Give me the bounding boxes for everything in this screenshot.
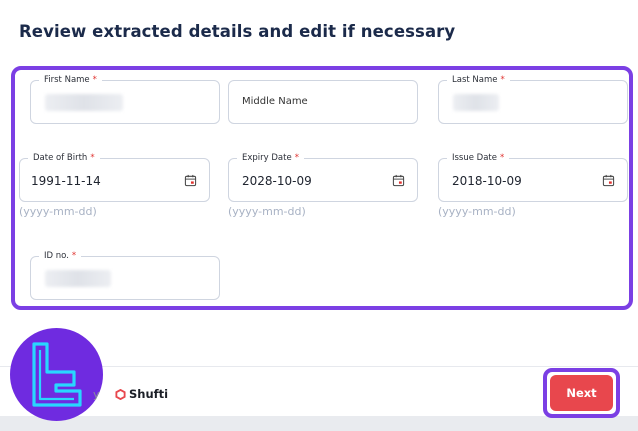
- middle-name-placeholder: Middle Name: [242, 96, 308, 107]
- first-name-label: First Name *: [39, 74, 102, 86]
- next-button[interactable]: Next: [550, 375, 613, 411]
- next-button-highlight: Next: [543, 368, 620, 418]
- redacted-last-name: [453, 94, 499, 111]
- shufti-brand-text: Shufti: [129, 387, 169, 401]
- id-number-label: ID no. *: [39, 250, 82, 262]
- issue-date-field[interactable]: Issue Date * 2018-10-09: [438, 152, 628, 202]
- shufti-logo-icon: [115, 388, 126, 400]
- expiry-date-hint: (yyyy-mm-dd): [228, 205, 306, 218]
- expiry-date-field[interactable]: Expiry Date * 2028-10-09: [228, 152, 418, 202]
- extracted-details-form: First Name * Middle Name Last Name * Date …: [11, 66, 633, 310]
- first-name-field[interactable]: First Name *: [30, 74, 220, 124]
- expiry-date-value: 2028-10-09: [242, 174, 312, 188]
- expiry-date-label: Expiry Date *: [237, 152, 304, 164]
- watermark-logo: [10, 328, 103, 421]
- redacted-first-name: [45, 94, 123, 111]
- powered-by-text: y: [93, 388, 100, 401]
- calendar-icon[interactable]: [184, 174, 197, 187]
- calendar-icon[interactable]: [602, 174, 615, 187]
- shufti-brand: Shufti: [115, 387, 168, 401]
- date-of-birth-value: 1991-11-14: [31, 174, 101, 188]
- issue-date-label: Issue Date *: [447, 152, 510, 164]
- logo-mark-icon: [32, 342, 82, 407]
- issue-date-hint: (yyyy-mm-dd): [438, 205, 516, 218]
- id-number-field[interactable]: ID no. *: [30, 250, 220, 300]
- date-of-birth-label: Date of Birth *: [28, 152, 100, 164]
- redacted-id-number: [45, 270, 111, 287]
- page-title: Review extracted details and edit if nec…: [19, 22, 456, 41]
- middle-name-field[interactable]: Middle Name: [228, 80, 418, 124]
- date-of-birth-hint: (yyyy-mm-dd): [19, 205, 97, 218]
- date-of-birth-field[interactable]: Date of Birth * 1991-11-14: [19, 152, 210, 202]
- calendar-icon[interactable]: [392, 174, 405, 187]
- last-name-field[interactable]: Last Name *: [438, 74, 628, 124]
- last-name-label: Last Name *: [447, 74, 510, 86]
- issue-date-value: 2018-10-09: [452, 174, 522, 188]
